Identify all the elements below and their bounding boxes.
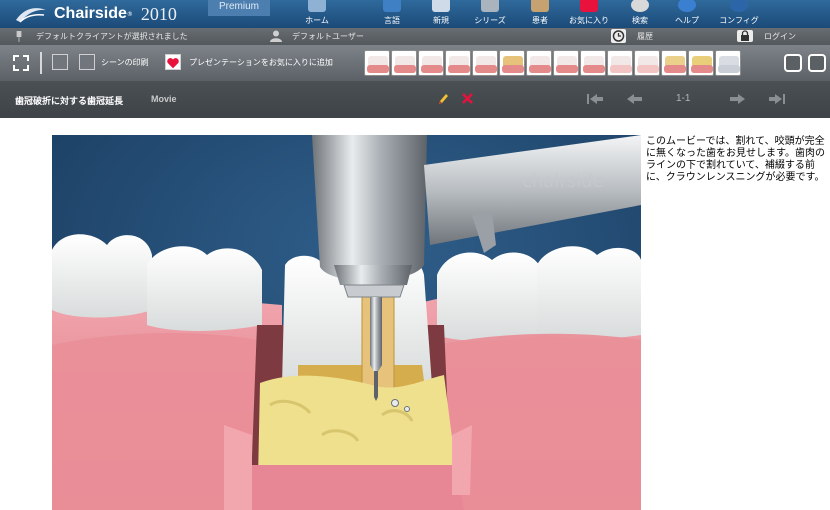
top-navigation: Chairside ® 2010 Premium ホーム 言語 新規 シリーズ 患… <box>0 0 830 28</box>
login-link[interactable]: ログイン <box>764 31 796 42</box>
scene-thumbnail[interactable] <box>418 50 444 76</box>
search-icon <box>631 0 649 12</box>
nav-favorites-button[interactable]: お気に入り <box>566 0 612 28</box>
nav-patient-button[interactable]: 患者 <box>517 0 563 28</box>
scene-thumbnail[interactable] <box>391 50 417 76</box>
scene-thumbnail[interactable] <box>499 50 525 76</box>
nav-patient-label: 患者 <box>532 16 548 25</box>
toolbar-divider <box>40 52 42 74</box>
help-icon <box>678 0 696 12</box>
watermark-text: chairside <box>522 171 604 192</box>
nav-favorites-label: お気に入り <box>569 16 609 25</box>
scene-thumbnail[interactable] <box>661 50 687 76</box>
user-status: デフォルトユーザー <box>292 32 364 41</box>
language-icon <box>383 0 401 12</box>
scene-thumbnail[interactable] <box>715 50 741 76</box>
nav-home-button[interactable]: ホーム <box>294 0 340 28</box>
nav-search-label: 検索 <box>632 16 648 25</box>
history-icon[interactable] <box>611 29 626 43</box>
scene-description: このムービーでは、割れて、咬頭が完全に無くなった歯をお見せします。歯肉のラインの… <box>646 136 825 183</box>
media-type-label: Movie <box>151 94 177 104</box>
patient-icon <box>531 0 549 12</box>
scene-thumbnail[interactable] <box>364 50 390 76</box>
scene-thumbnail[interactable] <box>634 50 660 76</box>
lock-icon[interactable] <box>737 30 753 42</box>
toolbar: シーンの印刷 プレゼンテーションをお気に入りに追加 <box>0 45 830 81</box>
nav-series-button[interactable]: シリーズ <box>467 0 513 28</box>
page-icon[interactable] <box>52 54 68 70</box>
dental-animation-frame: chairside <box>52 135 641 510</box>
fit-screen-icon[interactable] <box>11 53 31 73</box>
app-logo: Chairside ® 2010 <box>14 0 177 28</box>
scene-thumbnail[interactable] <box>607 50 633 76</box>
history-link[interactable]: 履歴 <box>637 31 653 42</box>
nav-search-button[interactable]: 検索 <box>617 0 663 28</box>
print-scene-button[interactable]: シーンの印刷 <box>101 57 149 68</box>
add-favorite-button[interactable]: プレゼンテーションをお気に入りに追加 <box>189 57 333 68</box>
nav-language-button[interactable]: 言語 <box>369 0 415 28</box>
favorite-heart-icon[interactable] <box>165 54 181 70</box>
nav-config-button[interactable]: コンフィグ <box>716 0 762 28</box>
scene-thumbnail[interactable] <box>445 50 471 76</box>
movie-player[interactable]: chairside <box>52 135 641 510</box>
logo-year: 2010 <box>140 3 177 24</box>
fullscreen-icon[interactable] <box>784 54 802 72</box>
home-icon <box>308 0 326 12</box>
nav-help-label: ヘルプ <box>675 16 699 25</box>
logo-name: Chairside <box>54 5 127 22</box>
next-page-icon[interactable] <box>728 92 746 106</box>
edition-badge: Premium <box>208 0 270 16</box>
app-window: Chairside ® 2010 Premium ホーム 言語 新規 シリーズ 患… <box>0 0 830 510</box>
nav-series-label: シリーズ <box>474 16 506 25</box>
favorites-icon <box>580 0 598 12</box>
scene-thumbnail[interactable] <box>553 50 579 76</box>
nav-language-label: 言語 <box>384 16 400 25</box>
nav-config-label: コンフィグ <box>719 16 759 25</box>
edit-pencil-icon[interactable] <box>437 92 449 106</box>
new-icon <box>432 0 450 12</box>
print-icon[interactable] <box>79 54 95 70</box>
scene-thumbnails <box>364 50 741 76</box>
client-status: デフォルトクライアントが選択されました <box>36 32 188 41</box>
scene-thumbnail[interactable] <box>688 50 714 76</box>
scene-thumbnail[interactable] <box>472 50 498 76</box>
delete-x-icon[interactable] <box>462 93 473 104</box>
scene-title: 歯冠破折に対する歯冠延長 <box>15 97 124 107</box>
series-icon <box>481 0 499 12</box>
previous-page-icon[interactable] <box>626 92 644 106</box>
page-indicator: 1-1 <box>676 93 691 104</box>
config-icon <box>730 0 748 12</box>
status-bar: デフォルトクライアントが選択されました デフォルトユーザー 履歴 ログイン <box>0 28 830 45</box>
pin-icon <box>16 31 22 42</box>
last-page-icon[interactable] <box>768 92 786 106</box>
nav-new-label: 新規 <box>433 16 449 25</box>
nav-home-label: ホーム <box>305 16 329 25</box>
logo-swoosh-icon <box>16 8 46 23</box>
scene-thumbnail[interactable] <box>526 50 552 76</box>
user-icon <box>270 30 282 42</box>
scene-thumbnail[interactable] <box>580 50 606 76</box>
scene-titlebar: 歯冠破折に対する歯冠延長 Movie 1-1 <box>0 81 830 118</box>
nav-help-button[interactable]: ヘルプ <box>664 0 710 28</box>
nav-new-button[interactable]: 新規 <box>418 0 464 28</box>
first-page-icon[interactable] <box>586 92 604 106</box>
presentation-icon[interactable] <box>808 54 826 72</box>
